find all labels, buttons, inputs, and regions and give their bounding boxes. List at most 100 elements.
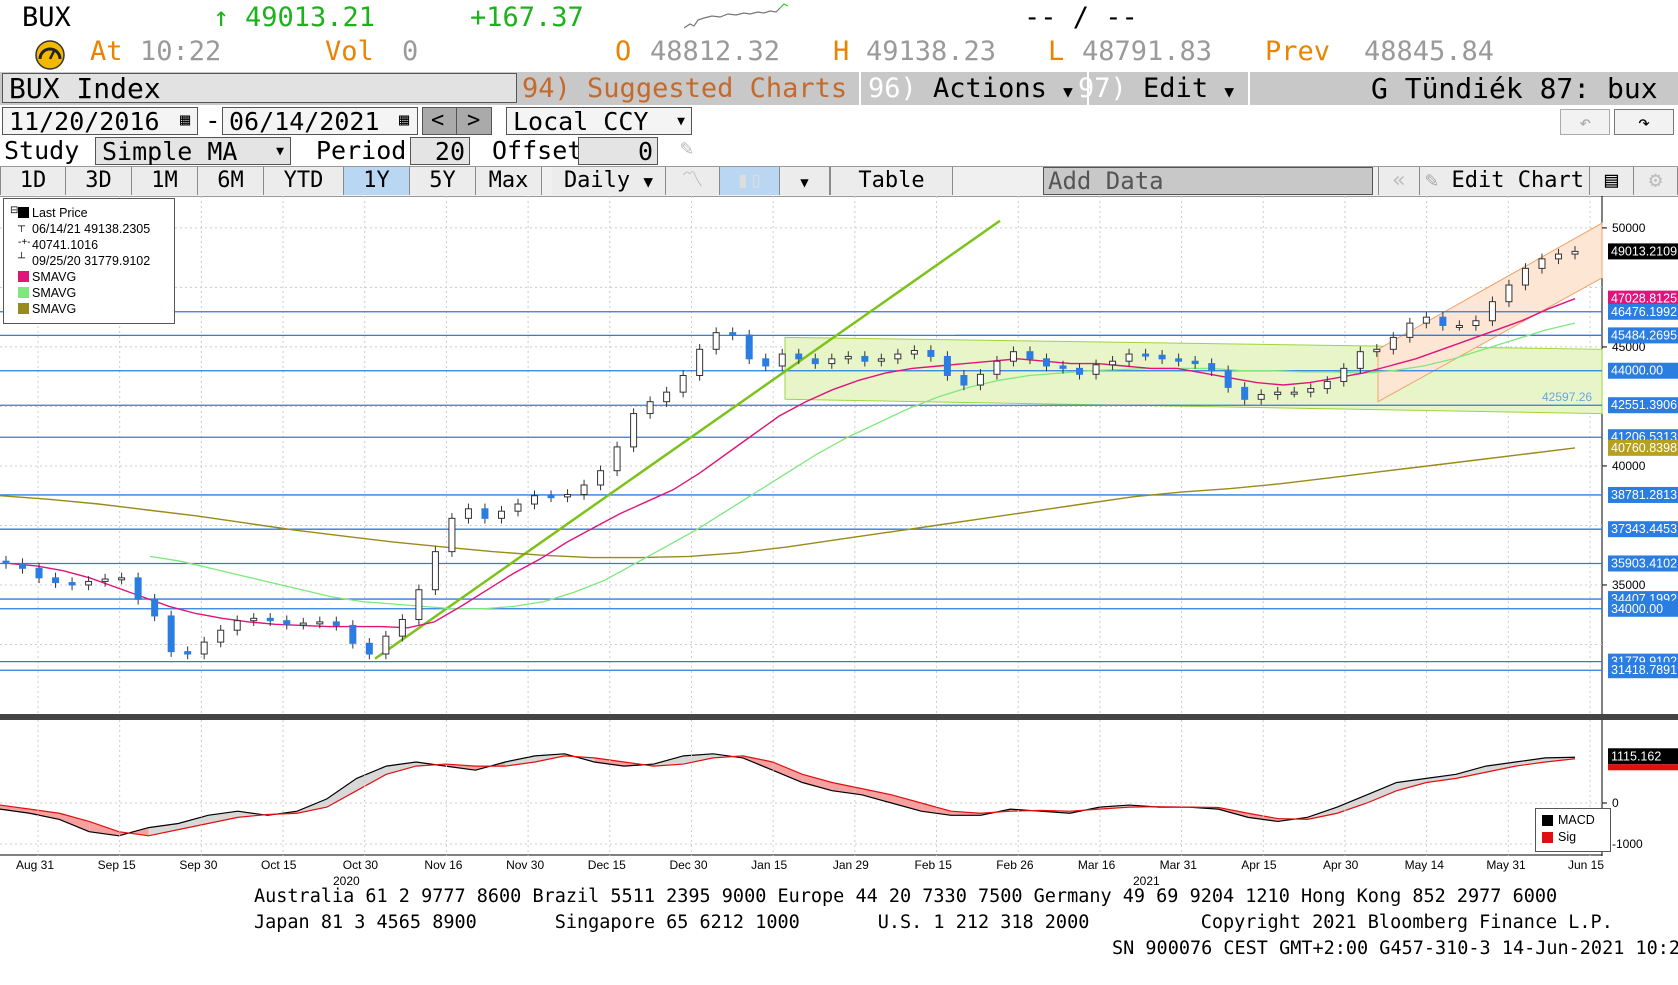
candle-body xyxy=(382,635,390,655)
price-tag-label: 31418.7891 xyxy=(1611,663,1677,677)
chart-type-dropdown[interactable]: ▼ xyxy=(780,167,830,195)
macd-chart[interactable]: 0 -1000 1115.162 xyxy=(0,720,1678,856)
study-select[interactable]: Simple MA ▼ xyxy=(95,137,291,166)
chart-edit-icon: ▤ xyxy=(1604,168,1619,193)
candle-body xyxy=(679,374,687,393)
chart-settings-button[interactable]: ▤ xyxy=(1590,167,1634,195)
x-tick-label: Jan 15 xyxy=(751,858,788,872)
add-data-field[interactable]: Add Data xyxy=(1043,167,1373,195)
redo-button[interactable]: ↷ xyxy=(1614,109,1674,135)
offset-field[interactable]: 0 xyxy=(578,137,658,166)
candle-body xyxy=(1290,391,1298,395)
period-button-1m[interactable]: 1M xyxy=(132,167,198,195)
price-tag-label: 37343.4453 xyxy=(1611,522,1677,536)
edit-chart-button[interactable]: ✎ Edit Chart xyxy=(1420,167,1590,195)
candle-body xyxy=(960,374,968,386)
up-arrow-icon: ↑ xyxy=(213,2,230,33)
x-tick-label: Apr 15 xyxy=(1241,858,1277,872)
chevron-left-icon[interactable]: < xyxy=(431,108,444,134)
period-button-max[interactable]: Max xyxy=(476,167,542,195)
title-bar: BUX Index 94) Suggested Charts 96) Actio… xyxy=(0,72,1678,105)
candle-body xyxy=(795,353,803,360)
open-value: 48812.32 xyxy=(650,36,781,67)
period-button-3d[interactable]: 3D xyxy=(66,167,132,195)
candle-body xyxy=(828,358,836,365)
x-tick-label: Oct 15 xyxy=(261,858,297,872)
prev-label: Prev xyxy=(1265,36,1331,67)
start-date-field[interactable]: 11/20/2016 xyxy=(2,107,198,136)
period-button-1y[interactable]: 1Y xyxy=(344,167,410,195)
candle-body xyxy=(217,629,225,643)
chart-legend[interactable]: ⊟ Last Price ┬ 06/14/21 49138.2305 -+- 407… xyxy=(3,198,175,324)
currency-select[interactable]: Local CCY ▼ xyxy=(506,107,692,136)
candle-body xyxy=(101,578,109,582)
candle-body xyxy=(1323,380,1331,390)
candle-body xyxy=(514,503,522,512)
line-chart-icon: 〽 xyxy=(681,168,704,193)
candle-chart-button[interactable]: ▮▯ xyxy=(720,167,780,195)
price-tag-label: 45484.2695 xyxy=(1611,328,1677,342)
menu-number: 96) xyxy=(868,73,917,104)
y-tick-label: 0 xyxy=(1612,796,1619,810)
period-button-1d[interactable]: 1D xyxy=(0,167,66,195)
table-button[interactable]: Table xyxy=(830,167,953,195)
gear-button[interactable]: ⚙ xyxy=(1634,167,1678,195)
frequency-value: Daily xyxy=(563,168,631,193)
candle-body xyxy=(1009,351,1017,362)
gauge-icon[interactable] xyxy=(33,40,67,70)
pencil-icon[interactable]: ✎ xyxy=(680,136,693,161)
candle-body xyxy=(52,577,60,584)
collapse-button[interactable]: « xyxy=(1378,167,1420,195)
macd-tag-label: 1115.162 xyxy=(1611,749,1661,763)
candle-body xyxy=(844,355,852,360)
candle-body xyxy=(151,598,159,617)
candle-body xyxy=(663,391,671,403)
suggested-charts-menu[interactable]: 94) Suggested Charts xyxy=(522,72,862,105)
calendar-icon[interactable]: ▦ xyxy=(399,110,409,130)
date-range-row: 11/20/2016 ▦ - 06/14/2021 ▦ < > Local CC… xyxy=(0,106,1678,136)
price-chart[interactable]: 42597.265000045000400003500049013.210947… xyxy=(0,196,1678,714)
caret-down-icon: ▼ xyxy=(276,144,284,159)
bid-ask: -- / -- xyxy=(1024,2,1138,33)
candle-body xyxy=(1241,386,1249,400)
security-field[interactable]: BUX Index xyxy=(2,73,517,104)
candle-body xyxy=(266,617,274,622)
undo-button[interactable]: ↶ xyxy=(1560,109,1610,135)
candle-body xyxy=(200,641,208,655)
chevron-right-icon[interactable]: > xyxy=(467,108,480,134)
actions-menu[interactable]: 96) Actions ▼ xyxy=(868,72,1089,105)
period-button-ytd[interactable]: YTD xyxy=(264,167,344,195)
candle-body xyxy=(1406,322,1414,338)
redo-icon: ↷ xyxy=(1637,110,1651,134)
x-tick-label: Feb 26 xyxy=(996,858,1034,872)
end-date-field[interactable]: 06/14/2021 xyxy=(222,107,418,136)
price-tag-label: 35903.4102 xyxy=(1611,556,1677,570)
line-chart-button[interactable]: 〽 xyxy=(666,167,720,195)
x-tick-label: Feb 15 xyxy=(914,858,952,872)
legend-sig-label: Sig xyxy=(1558,830,1577,844)
candle-body xyxy=(1125,353,1133,362)
study-label: Study xyxy=(4,136,80,165)
price-tag-label: 49013.2109 xyxy=(1611,244,1677,258)
caret-down-icon: ▼ xyxy=(800,175,809,191)
footer-phone-line: Australia 61 2 9777 8600 Brazil 5511 239… xyxy=(254,886,1558,907)
candle-body xyxy=(365,642,373,655)
frequency-select[interactable]: Daily ▼ xyxy=(552,167,666,195)
study-value: Simple MA xyxy=(102,137,238,166)
caret-down-icon: ▼ xyxy=(677,114,685,129)
legend-average: -+- 40741.1016 xyxy=(18,237,99,252)
candle-body xyxy=(993,360,1001,375)
candle-body xyxy=(184,651,192,655)
candle-body xyxy=(1521,267,1529,286)
x-tick-label: Aug 31 xyxy=(16,858,55,872)
period-button-6m[interactable]: 6M xyxy=(198,167,264,195)
caret-down-icon: ▼ xyxy=(1063,82,1073,101)
candle-body xyxy=(1191,360,1199,365)
edit-menu[interactable]: 97) Edit ▼ xyxy=(1078,72,1250,105)
macd-histogram-band xyxy=(1515,757,1546,767)
sparkline-icon xyxy=(684,3,789,29)
period-field[interactable]: 20 xyxy=(410,137,470,166)
period-button-5y[interactable]: 5Y xyxy=(410,167,476,195)
calendar-icon[interactable]: ▦ xyxy=(180,110,190,130)
price-change: +167.37 xyxy=(470,2,584,33)
